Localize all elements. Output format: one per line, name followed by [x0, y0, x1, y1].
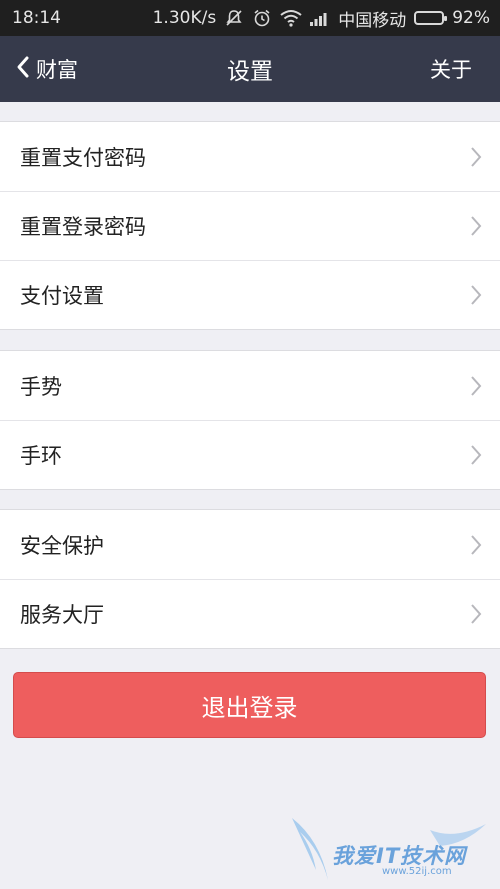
status-right: 1.30K/s 中国移动 92%: [153, 0, 490, 36]
carrier-name: 中国移动: [338, 10, 407, 31]
chevron-right-icon: [470, 580, 482, 648]
list-item-security-protection[interactable]: 安全保护: [0, 510, 500, 579]
watermark: 我爱IT技术网 www.52ij.com: [290, 810, 490, 885]
list-item-gesture[interactable]: 手势: [0, 351, 500, 420]
list-item-label: 安全保护: [20, 533, 104, 558]
list-item-label: 服务大厅: [20, 603, 104, 627]
back-label: 财富: [36, 58, 78, 82]
list-item-label: 重置支付密码: [20, 145, 146, 170]
list-item-label: 手势: [20, 374, 62, 399]
chevron-right-icon: [470, 192, 482, 260]
signal-icon: [310, 10, 330, 26]
watermark-url: www.52ij.com: [382, 866, 452, 877]
wifi-icon: [280, 9, 302, 27]
list-item-label: 支付设置: [20, 284, 104, 308]
logout-button[interactable]: 退出登录: [13, 672, 486, 738]
settings-group-security: 安全保护 服务大厅: [0, 509, 500, 649]
about-button[interactable]: 关于: [430, 36, 472, 102]
list-item-reset-pay-password[interactable]: 重置支付密码: [0, 122, 500, 191]
list-item-service-hall[interactable]: 服务大厅: [0, 579, 500, 648]
back-button[interactable]: 财富: [16, 36, 78, 102]
chevron-left-icon: [16, 55, 30, 84]
status-bar: 18:14 1.30K/s 中国移动 92%: [0, 0, 500, 36]
settings-group-password: 重置支付密码 重置登录密码 支付设置: [0, 121, 500, 330]
battery-percent: 92%: [452, 8, 490, 28]
chevron-right-icon: [470, 510, 482, 579]
list-item-label: 重置登录密码: [20, 215, 146, 239]
nav-bar: 财富 设置 关于: [0, 36, 500, 102]
settings-screen: 18:14 1.30K/s 中国移动 92% 财富 设置 关于 重置支付密码 重…: [0, 0, 500, 889]
battery-icon: [414, 11, 448, 25]
mute-icon: [224, 8, 244, 28]
chevron-right-icon: [470, 351, 482, 420]
list-item-reset-login-password[interactable]: 重置登录密码: [0, 191, 500, 260]
alarm-icon: [252, 8, 272, 28]
list-item-label: 手环: [20, 444, 62, 468]
network-speed: 1.30K/s: [152, 8, 217, 28]
status-time: 18:14: [12, 8, 61, 28]
chevron-right-icon: [470, 421, 482, 489]
list-item-payment-settings[interactable]: 支付设置: [0, 260, 500, 329]
settings-group-gesture: 手势 手环: [0, 350, 500, 490]
chevron-right-icon: [470, 122, 482, 191]
chevron-right-icon: [470, 261, 482, 329]
list-item-wristband[interactable]: 手环: [0, 420, 500, 489]
